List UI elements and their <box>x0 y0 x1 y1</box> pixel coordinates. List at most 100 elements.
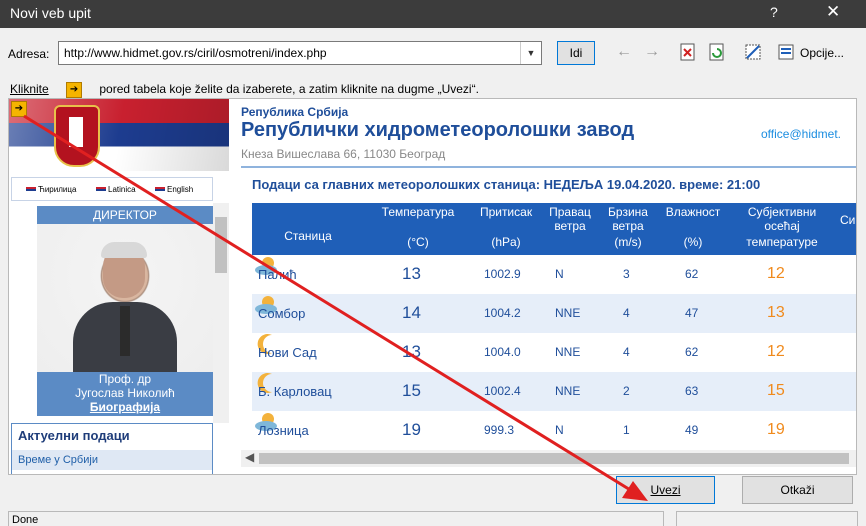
table-row: Лозница 19 999.3 N 1 49 19 <box>252 411 856 450</box>
cell-press: 1004.2 <box>484 306 521 320</box>
status-bar: Done <box>8 511 664 526</box>
current-data-heading: Актуелни подаци <box>18 428 130 443</box>
scroll-left-icon[interactable]: ◀ <box>245 450 254 464</box>
cell-feel: 12 <box>767 265 785 282</box>
col-wspd-unit: (m/s) <box>614 235 642 249</box>
cell-wspd: 2 <box>623 384 630 398</box>
table-row: Сомбор 14 1004.2 NNE 4 47 13 <box>252 294 856 333</box>
refresh-icon[interactable] <box>708 43 726 61</box>
cell-hum: 62 <box>685 345 699 359</box>
help-button[interactable]: ? <box>770 4 778 20</box>
address-dropdown-icon[interactable]: ▼ <box>520 42 541 64</box>
email-link[interactable]: office@hidmet. <box>761 127 841 141</box>
col-feel-2: осећај <box>764 219 800 233</box>
import-button[interactable]: Uvezi <box>616 476 715 504</box>
cell-feel: 12 <box>767 343 785 360</box>
status-bar-right <box>676 511 858 526</box>
cell-hum: 47 <box>685 306 699 320</box>
import-settings-icon[interactable] <box>744 43 762 61</box>
cell-wdir: NNE <box>555 306 581 320</box>
cell-wspd: 3 <box>623 267 630 281</box>
col-wspd: Брзина <box>608 205 648 219</box>
go-button[interactable]: Idi <box>557 41 595 65</box>
institute-title: Републички хидрометеоролошки завод <box>241 119 635 141</box>
cell-press: 1004.0 <box>484 345 521 359</box>
director-heading: ДИРЕКТОР <box>93 208 157 222</box>
web-query-dialog: Adresa: http://www.hidmet.gov.rs/ciril/o… <box>0 28 866 526</box>
instructions: Kliknite ➔ pored tabela koje želite da i… <box>10 82 479 98</box>
cancel-label: Otkaži <box>780 483 815 497</box>
col-feel: Субјективни <box>747 205 817 219</box>
cell-temp: 13 <box>402 264 421 283</box>
go-label: Idi <box>569 46 583 60</box>
address-label: Adresa: <box>8 47 50 61</box>
cell-temp: 13 <box>402 342 421 361</box>
current-data-panel: Актуелни подаци Време у Србији <box>11 423 213 474</box>
options-button[interactable]: Opcije... <box>800 46 844 60</box>
web-preview[interactable]: ➔ Ћирилица Latinica English ДИРЕКТОР Про… <box>8 98 857 475</box>
director-name: Проф. др Југослав Николић Биографија <box>37 372 213 414</box>
cell-station: Лозница <box>258 423 309 438</box>
horizontal-scrollbar[interactable]: ◀ <box>241 450 856 467</box>
table-select-arrow-icon[interactable]: ➔ <box>11 101 27 117</box>
cell-temp: 19 <box>402 420 421 439</box>
current-data-item[interactable]: Време у Србији <box>12 450 212 470</box>
window-title: Novi veb upit <box>10 5 91 21</box>
cell-station: Б. Карловац <box>258 384 332 399</box>
vertical-scrollbar[interactable] <box>213 203 229 423</box>
table-caption: Подаци са главних метеоролошких станица:… <box>252 177 761 192</box>
table-row: Нови Сад 13 1004.0 NNE 4 62 12 <box>252 333 856 372</box>
cell-hum: 49 <box>685 423 699 437</box>
scroll-thumb[interactable] <box>215 217 227 273</box>
cell-press: 1002.4 <box>484 384 521 398</box>
lang-latin[interactable]: Latinica <box>96 185 136 194</box>
divider <box>241 166 856 168</box>
hint-before: Kliknite <box>10 82 49 97</box>
director-title: Проф. др <box>98 372 152 386</box>
scroll-thumb[interactable] <box>259 453 849 464</box>
col-hum-unit: (%) <box>683 235 703 249</box>
republic-label: Република Србија <box>241 105 349 119</box>
cell-wdir: NNE <box>555 384 581 398</box>
col-press-unit: (hPa) <box>491 235 521 249</box>
address-input[interactable]: http://www.hidmet.gov.rs/ciril/osmotreni… <box>58 41 542 65</box>
cell-wdir: N <box>555 267 564 281</box>
cell-wspd: 4 <box>623 345 630 359</box>
director-bio-link[interactable]: Биографија <box>37 400 213 414</box>
col-wdir-2: ветра <box>554 219 586 233</box>
col-temp-unit: (°C) <box>407 235 429 249</box>
table-select-arrow-icon: ➔ <box>66 82 83 98</box>
lang-english[interactable]: English <box>155 185 193 194</box>
options-icon[interactable] <box>778 43 796 61</box>
col-wdir: Правац <box>549 205 591 219</box>
institute-address: Кнеза Вишеслава 66, 11030 Београд <box>241 147 446 161</box>
cell-wdir: N <box>555 423 564 437</box>
col-station: Станица <box>284 229 332 243</box>
language-selector: Ћирилица Latinica English <box>11 177 213 201</box>
cancel-button[interactable]: Otkaži <box>742 476 853 504</box>
forward-icon[interactable]: → <box>644 43 660 61</box>
cell-station: Палић <box>258 267 297 282</box>
cell-wspd: 4 <box>623 306 630 320</box>
back-icon[interactable]: ← <box>616 43 632 61</box>
current-data-item-label: Време у Србији <box>18 454 98 466</box>
col-feel-3: температуре <box>746 235 818 249</box>
cell-temp: 14 <box>402 303 421 322</box>
cell-press: 1002.9 <box>484 267 521 281</box>
cell-station: Нови Сад <box>258 345 317 360</box>
director-photo <box>37 224 213 372</box>
cell-wspd: 1 <box>623 423 630 437</box>
lang-cyrillic[interactable]: Ћирилица <box>26 185 76 194</box>
cell-station: Сомбор <box>258 306 306 321</box>
cell-press: 999.3 <box>484 423 515 437</box>
col-temp: Температура <box>381 205 455 219</box>
cell-hum: 63 <box>685 384 699 398</box>
col-wspd-2: ветра <box>612 219 644 233</box>
director-panel: ДИРЕКТОР Проф. др Југослав Николић Биогр… <box>37 206 213 416</box>
close-button[interactable]: ✕ <box>826 2 840 22</box>
address-value: http://www.hidmet.gov.rs/ciril/osmotreni… <box>64 46 327 60</box>
cell-feel: 19 <box>767 421 785 438</box>
table-row: Палић 13 1002.9 N 3 62 12 <box>252 255 856 294</box>
stop-icon[interactable] <box>679 43 697 61</box>
cell-feel: 15 <box>767 382 785 399</box>
